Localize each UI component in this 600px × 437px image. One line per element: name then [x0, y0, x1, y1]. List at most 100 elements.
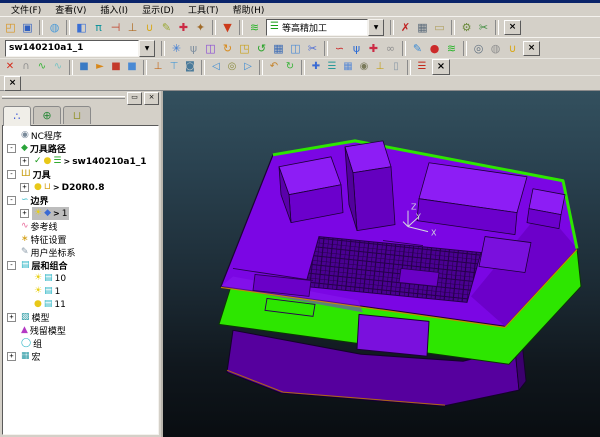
tree-item[interactable]: ▧模型	[19, 311, 52, 324]
step-back-icon[interactable]: ◁	[208, 60, 224, 74]
menu-tools[interactable]: 工具(T)	[181, 3, 226, 16]
tree-item[interactable]: ☀▤1	[32, 285, 62, 298]
tree-item[interactable]: Ш刀具	[19, 168, 53, 181]
panel-close-button[interactable]: ×	[144, 92, 159, 105]
boundary-draw-icon[interactable]: ✎	[158, 19, 175, 35]
magnifier-icon[interactable]: ◎	[470, 40, 487, 56]
block2-icon[interactable]: ■	[124, 60, 140, 74]
collapse-button[interactable]: -	[7, 170, 16, 179]
play-cone-icon[interactable]: ►	[92, 60, 108, 74]
tree-item[interactable]: ◆刀具路径	[19, 142, 68, 155]
calculator-icon[interactable]: ▦	[414, 19, 431, 35]
curve-icon[interactable]: ∽	[331, 40, 348, 56]
tree-item[interactable]: ●▤11	[32, 298, 68, 311]
menu-insert[interactable]: 插入(I)	[93, 3, 135, 16]
open-icon[interactable]: ◰	[2, 19, 19, 35]
screw-teal-icon[interactable]: ∿	[50, 60, 66, 74]
sim-press-icon[interactable]: ⊥	[150, 60, 166, 74]
collapse-button[interactable]: -	[7, 196, 16, 205]
block-combo[interactable]: sw140210a1_1▼	[5, 40, 155, 57]
import-icon[interactable]: ◳	[236, 40, 253, 56]
tree-item[interactable]: ☀◆>1	[32, 207, 69, 220]
block-combo-field[interactable]: sw140210a1_1	[5, 40, 139, 57]
toolbar4-close-button[interactable]: ×	[4, 76, 21, 91]
front-step-block[interactable]	[357, 314, 429, 356]
tree-item[interactable]: ∿参考线	[19, 220, 60, 233]
sim-options-icon[interactable]: ◎	[224, 60, 240, 74]
grab-icon[interactable]: ψ	[185, 40, 202, 56]
expand-button[interactable]: +	[7, 352, 16, 361]
collapse-button[interactable]: -	[7, 261, 16, 270]
options-icon[interactable]: ⚙	[458, 19, 475, 35]
snapshot-icon[interactable]: ◉	[356, 60, 372, 74]
stock-icon[interactable]: ■	[76, 60, 92, 74]
viewport-3d[interactable]: Z Y X	[163, 91, 600, 437]
tree-item[interactable]: ∗特征设置	[19, 233, 69, 246]
tree-item[interactable]: ▤层和组合	[19, 259, 70, 272]
undo-rotate-icon[interactable]: ↶	[266, 60, 282, 74]
tool-small-icon[interactable]: ⊥	[372, 60, 388, 74]
recycle-tab[interactable]: ⊔	[63, 106, 91, 124]
hatch-icon[interactable]: ≋	[443, 40, 460, 56]
levels-icon[interactable]: ☰	[324, 60, 340, 74]
rotate-view-icon[interactable]: ↻	[219, 40, 236, 56]
panel-grip[interactable]	[2, 96, 125, 100]
toolbar1-close-button[interactable]: ×	[504, 20, 521, 35]
sheets-icon[interactable]: ◫	[202, 40, 219, 56]
points-icon[interactable]: ✚	[365, 40, 382, 56]
tree-item[interactable]: ▦宏	[19, 350, 43, 363]
model-icon[interactable]: ◧	[73, 19, 90, 35]
measure-icon[interactable]: ▭	[431, 19, 448, 35]
strategy-combo[interactable]: ☰等高精加工▼	[266, 19, 384, 36]
transform-icon[interactable]: ✳	[168, 40, 185, 56]
screw-green-icon[interactable]: ∿	[34, 60, 50, 74]
tree-item[interactable]: ∽边界	[19, 194, 51, 207]
grid-icon[interactable]: ▦	[340, 60, 356, 74]
strategy-combo-field[interactable]: ☰等高精加工	[266, 19, 368, 36]
pattern-icon[interactable]: ✚	[175, 19, 192, 35]
tool-ball-icon[interactable]: ⊥	[124, 19, 141, 35]
springs-icon[interactable]: ≋	[246, 19, 263, 35]
explorer-tab[interactable]: ∴	[3, 106, 31, 126]
annotate-icon[interactable]: ✎	[409, 40, 426, 56]
sim-tool-icon[interactable]: ⊤	[166, 60, 182, 74]
collapse-button[interactable]: -	[7, 144, 16, 153]
panel-restore-button[interactable]: ▭	[127, 92, 142, 105]
expand-button[interactable]: +	[20, 157, 29, 166]
expand-button[interactable]: +	[20, 209, 29, 218]
add-tool-icon[interactable]: ✚	[308, 60, 324, 74]
comb-icon[interactable]: ψ	[348, 40, 365, 56]
tree-item[interactable]: ✎用户坐标系	[19, 246, 78, 259]
tool-list-icon[interactable]: ☰	[414, 60, 430, 74]
tool-icon[interactable]: ⊣	[107, 19, 124, 35]
refresh-sim-icon[interactable]: ↻	[282, 60, 298, 74]
nc-u-icon[interactable]: ∪	[504, 40, 521, 56]
tree-item[interactable]: ●⊔>D20R0.8	[32, 181, 106, 194]
menu-file[interactable]: 文件(F)	[4, 3, 48, 16]
toolbar2-close-button[interactable]: ×	[523, 41, 540, 56]
document-icon[interactable]: ▯	[388, 60, 404, 74]
lamp-icon[interactable]: ◍	[487, 40, 504, 56]
print-icon[interactable]: ◍	[46, 19, 63, 35]
tree-item[interactable]: ◉NC程序	[19, 129, 64, 142]
menu-view[interactable]: 查看(V)	[48, 3, 93, 16]
toolbar3-close-button[interactable]: ×	[432, 59, 450, 75]
save-icon[interactable]: ▣	[19, 19, 36, 35]
lock-icon[interactable]: ∩	[18, 60, 34, 74]
refresh-icon[interactable]: ↺	[253, 40, 270, 56]
tree-item[interactable]: ✓●☰>sw140210a1_1	[32, 155, 149, 168]
tree-item[interactable]: ◯组	[19, 337, 44, 350]
delete-all-icon[interactable]: ✕	[2, 60, 18, 74]
strategy-combo-dropdown-button[interactable]: ▼	[368, 19, 384, 36]
table-icon[interactable]: ▦	[270, 40, 287, 56]
snip-icon[interactable]: ✂	[304, 40, 321, 56]
workplane-icon[interactable]: ✦	[192, 19, 209, 35]
chain-icon[interactable]: ∞	[382, 40, 399, 56]
tree-item[interactable]: ☀▤10	[32, 272, 68, 285]
menu-display[interactable]: 显示(D)	[135, 3, 181, 16]
expand-button[interactable]: +	[20, 183, 29, 192]
menu-help[interactable]: 帮助(H)	[226, 3, 272, 16]
pin-icon[interactable]: ●	[426, 40, 443, 56]
tree-item[interactable]: ▲残留模型	[19, 324, 68, 337]
collision-icon[interactable]: ■	[108, 60, 124, 74]
